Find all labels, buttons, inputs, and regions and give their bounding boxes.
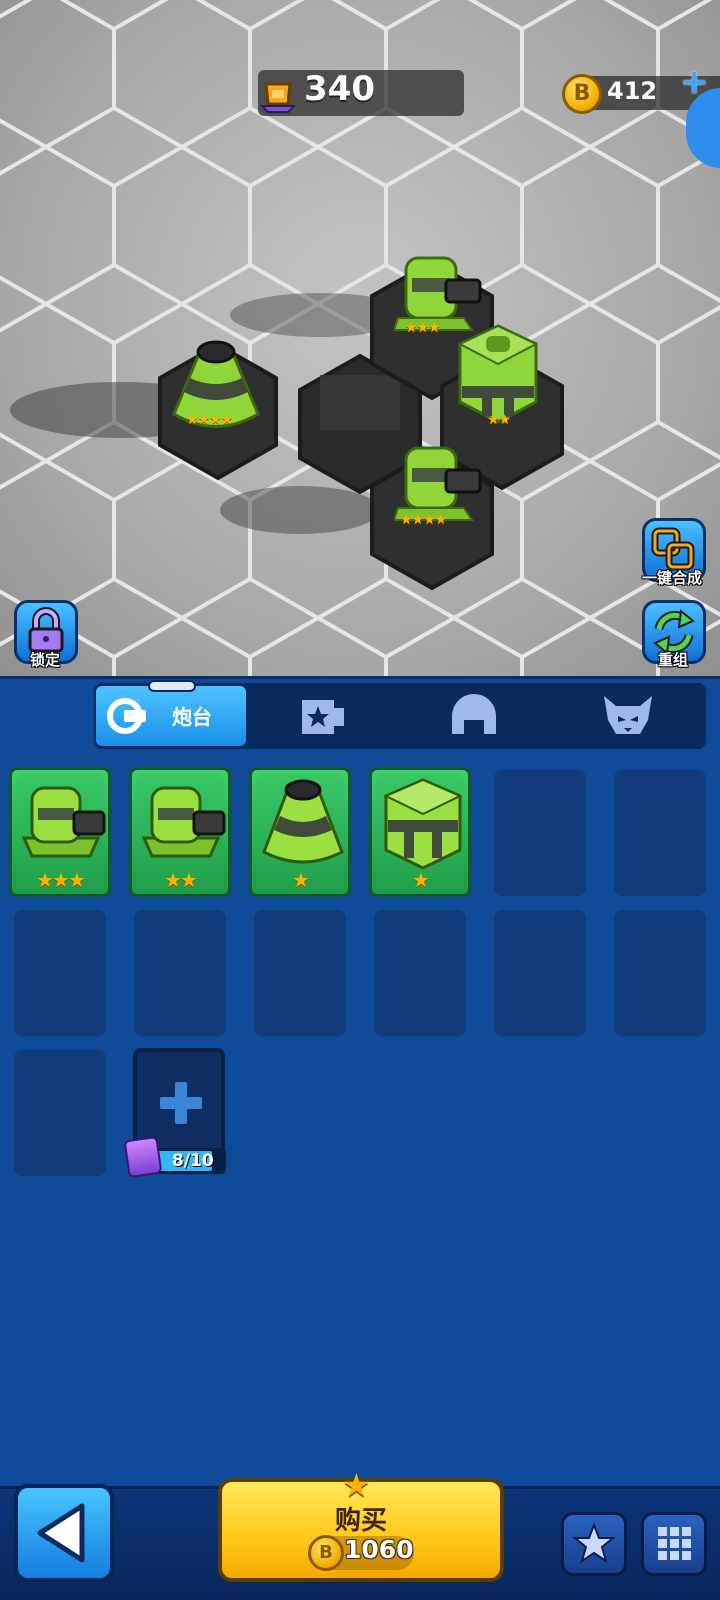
turret-stars: ★★★★ bbox=[400, 512, 447, 528]
coin-icon: B bbox=[308, 1535, 344, 1571]
tab-indicator bbox=[148, 680, 196, 692]
helmet-tab-icon[interactable] bbox=[446, 690, 502, 744]
turret-card[interactable]: ★ bbox=[249, 767, 351, 897]
turret-card[interactable]: ★★★ bbox=[9, 767, 111, 897]
cone-turret-icon bbox=[262, 779, 344, 864]
slot-card-icon bbox=[123, 1135, 163, 1179]
turret-stars: ★★★★ bbox=[186, 412, 233, 428]
trophy-icon bbox=[259, 82, 297, 113]
card-stars: ★ bbox=[292, 868, 310, 892]
card-stars: ★★★ bbox=[36, 868, 86, 892]
empty-slot[interactable] bbox=[14, 910, 106, 1036]
back-arrow-icon bbox=[37, 1503, 85, 1563]
empty-slot[interactable] bbox=[374, 910, 466, 1036]
barrel-turret-icon bbox=[383, 778, 463, 870]
empty-slot[interactable] bbox=[614, 910, 706, 1036]
star-icon: ★ bbox=[342, 1466, 371, 1504]
empty-slot[interactable] bbox=[494, 910, 586, 1036]
empty-slot[interactable] bbox=[14, 1050, 106, 1176]
empty-slot[interactable] bbox=[254, 910, 346, 1036]
reorganize-label: 重组 bbox=[658, 651, 689, 669]
grid-icon bbox=[658, 1527, 691, 1560]
card-stars: ★ bbox=[412, 868, 430, 892]
cannon-turret[interactable] bbox=[394, 428, 486, 524]
empty-slot[interactable] bbox=[614, 770, 706, 896]
empty-slot[interactable] bbox=[494, 770, 586, 896]
lock-label: 锁定 bbox=[30, 651, 61, 669]
star-gear-tab-icon[interactable] bbox=[294, 690, 350, 744]
tab-turrets[interactable] bbox=[96, 686, 246, 746]
merge-all-label: 一键合成 bbox=[642, 569, 703, 587]
star-icon bbox=[572, 1522, 616, 1564]
turret-stars: ★★★ bbox=[405, 320, 441, 336]
cannon-turret-icon bbox=[21, 786, 106, 858]
tab-turrets-label: 炮台 bbox=[172, 705, 212, 729]
turret-card[interactable]: ★★ bbox=[129, 767, 231, 897]
grid-menu-button[interactable] bbox=[641, 1512, 707, 1576]
price-value: 1060 bbox=[344, 1535, 414, 1564]
battlefield[interactable]: ★★★★ ★★★ ★★ ★★★★ 340 B 412 + 一键合成 重组 锁定 bbox=[0, 0, 720, 676]
cannon-turret-icon bbox=[141, 786, 226, 858]
coin-icon: B bbox=[562, 74, 602, 114]
card-stars: ★★ bbox=[164, 868, 198, 892]
turret-tab-icon bbox=[107, 698, 146, 734]
buy-label: 购买 bbox=[334, 1506, 387, 1536]
turret-card[interactable]: ★ bbox=[369, 767, 471, 897]
back-button[interactable] bbox=[14, 1484, 114, 1582]
turret-stars: ★★ bbox=[487, 412, 511, 428]
plus-icon bbox=[160, 1082, 202, 1124]
empty-slot[interactable] bbox=[134, 910, 226, 1036]
capacity-text: 8/10 bbox=[172, 1151, 214, 1171]
monster-tab-icon[interactable] bbox=[598, 690, 658, 744]
trophy-count: 340 bbox=[304, 69, 375, 109]
favorite-button[interactable] bbox=[561, 1512, 627, 1576]
coin-count: 412 bbox=[607, 77, 658, 105]
